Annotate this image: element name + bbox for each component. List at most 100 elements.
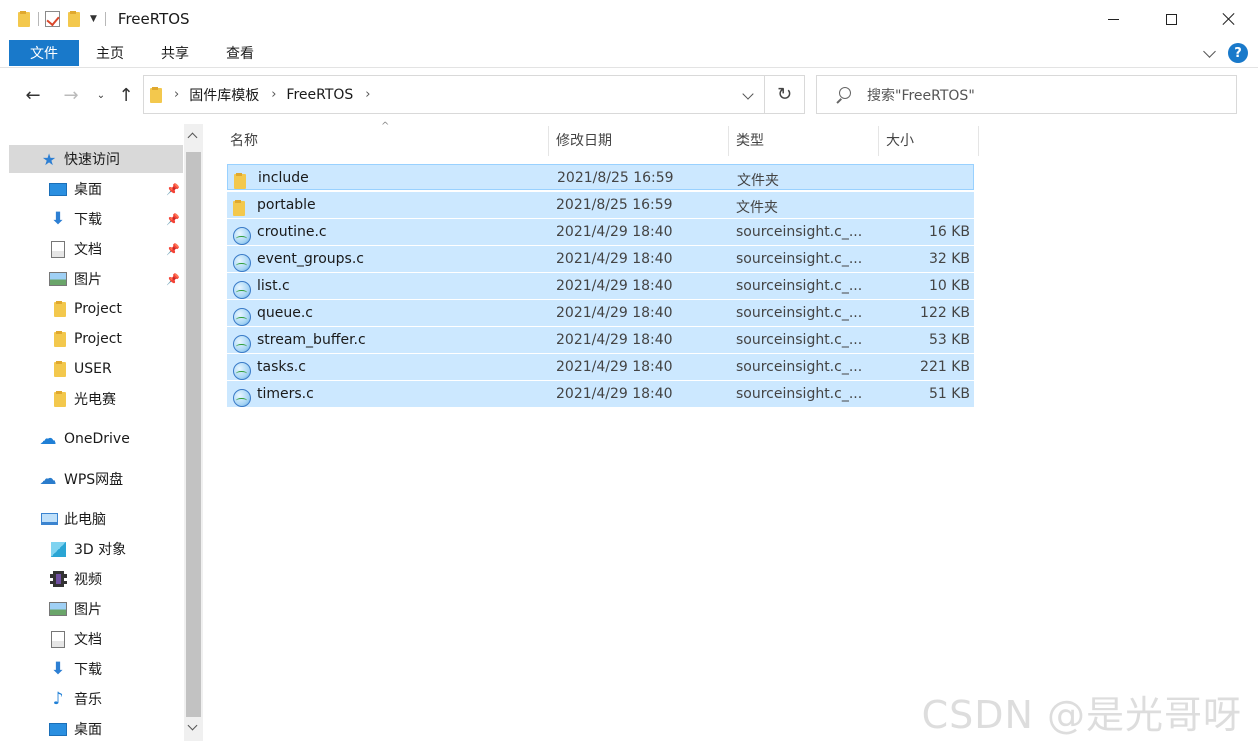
nav-item-3d-objects[interactable]: 3D 对象 [9,535,183,563]
breadcrumb-item[interactable]: FreeRTOS [286,87,353,103]
recent-locations-button[interactable]: ⌄ [94,82,108,108]
folder-icon[interactable] [18,11,30,27]
nav-item-pictures[interactable]: 图片 📌 [9,265,183,293]
refresh-button[interactable]: ↻ [765,75,805,114]
sort-ascending-icon: ^ [381,121,390,132]
table-row[interactable]: portable 2021/8/25 16:59 文件夹 [227,192,974,218]
nav-item-user[interactable]: USER [9,355,183,383]
table-row[interactable]: croutine.c 2021/4/29 18:40 sourceinsight… [227,219,974,245]
nav-item-wps-drive[interactable]: ☁ WPS网盘 [9,465,183,493]
address-bar[interactable]: › 固件库模板 › FreeRTOS › [143,75,765,114]
scroll-down-icon[interactable] [187,720,198,731]
properties-icon[interactable] [45,11,60,27]
nav-item-label: OneDrive [64,431,130,447]
nav-item-label: Project [74,301,122,317]
nav-item-downloads[interactable]: ⬇ 下载 📌 [9,205,183,233]
folder-icon [51,360,69,378]
nav-item-quick-access[interactable]: ★ 快速访问 [9,145,183,173]
desktop-icon [49,720,67,738]
nav-item-label: 下载 [74,662,102,678]
nav-item-documents[interactable]: 文档 📌 [9,235,183,263]
nav-pane-scrollbar[interactable] [184,124,203,741]
column-divider[interactable] [978,126,979,156]
address-dropdown-icon[interactable] [742,88,754,100]
table-row[interactable]: list.c 2021/4/29 18:40 sourceinsight.c_.… [227,273,974,299]
watermark: CSDN @是光哥呀 [921,693,1242,737]
nav-item-label: 光电赛 [74,392,116,408]
pin-icon[interactable]: 📌 [166,273,180,286]
nav-item-desktop[interactable]: 桌面 📌 [9,175,183,203]
search-box[interactable]: 搜索"FreeRTOS" [816,75,1237,114]
nav-item-desktop[interactable]: 桌面 [9,715,183,743]
table-row[interactable]: tasks.c 2021/4/29 18:40 sourceinsight.c_… [227,354,974,380]
pin-icon[interactable]: 📌 [166,183,180,196]
navigation-bar: ← → ⌄ ↑ › 固件库模板 › FreeRTOS › ↻ 搜索"FreeRT… [0,69,1258,121]
tab-home[interactable]: 主页 [96,40,124,66]
minimize-button[interactable] [1084,0,1142,38]
nav-item-project[interactable]: Project [9,295,183,323]
search-input[interactable]: 搜索"FreeRTOS" [867,85,975,105]
column-divider[interactable] [728,126,729,156]
cube-icon [49,540,67,558]
nav-item-documents[interactable]: 文档 [9,625,183,653]
source-file-icon [233,276,251,299]
source-file-icon [233,249,251,272]
pin-icon[interactable]: 📌 [166,243,180,256]
chevron-right-icon[interactable]: › [271,87,276,102]
file-type: sourceinsight.c_... [736,305,863,321]
nav-item-project[interactable]: Project [9,325,183,353]
nav-item-downloads[interactable]: ⬇ 下载 [9,655,183,683]
table-row[interactable]: stream_buffer.c 2021/4/29 18:40 sourcein… [227,327,974,353]
table-row[interactable]: event_groups.c 2021/4/29 18:40 sourceins… [227,246,974,272]
close-button[interactable] [1200,0,1258,38]
file-type: sourceinsight.c_... [736,251,863,267]
column-divider[interactable] [548,126,549,156]
back-button[interactable]: ← [22,82,44,108]
column-header-type[interactable]: 类型 [736,124,764,156]
scrollbar-thumb[interactable] [186,152,201,717]
new-folder-icon[interactable] [68,11,80,27]
tab-view[interactable]: 查看 [226,40,254,66]
nav-item-label: 图片 [74,272,102,288]
chevron-down-icon: ⌄ [96,89,106,101]
file-type: sourceinsight.c_... [736,332,863,348]
file-name: stream_buffer.c [257,332,366,348]
nav-item-pictures[interactable]: 图片 [9,595,183,623]
chevron-right-icon[interactable]: › [365,87,370,102]
file-date: 2021/4/29 18:40 [556,224,673,240]
cloud-icon: ☁ [39,429,57,449]
nav-item-this-pc[interactable]: 此电脑 [9,505,183,533]
scroll-up-icon[interactable] [187,132,198,143]
nav-item-onedrive[interactable]: ☁ OneDrive [9,425,183,453]
download-icon: ⬇ [50,209,66,229]
maximize-button[interactable] [1142,0,1200,38]
chevron-right-icon[interactable]: › [174,87,179,102]
table-row[interactable]: queue.c 2021/4/29 18:40 sourceinsight.c_… [227,300,974,326]
help-icon[interactable]: ? [1228,43,1248,63]
column-header-name[interactable]: 名称 [230,124,258,156]
expand-ribbon-icon[interactable] [1203,45,1216,58]
folder-icon [234,168,252,189]
tab-file[interactable]: 文件 [9,40,79,66]
quick-access-toolbar: ▼ [18,0,112,38]
video-icon [49,570,67,588]
column-header-size[interactable]: 大小 [886,124,914,156]
tab-share[interactable]: 共享 [161,40,189,66]
nav-item-photoelectric[interactable]: 光电赛 [9,385,183,413]
table-row[interactable]: timers.c 2021/4/29 18:40 sourceinsight.c… [227,381,974,407]
forward-button[interactable]: → [60,82,82,108]
up-button[interactable]: ↑ [116,82,136,108]
table-row[interactable]: include 2021/8/25 16:59 文件夹 [227,164,974,190]
column-header-date[interactable]: 修改日期 [556,124,612,156]
toolbar-divider [38,12,39,26]
folder-icon [51,330,69,348]
column-divider[interactable] [878,126,879,156]
nav-item-videos[interactable]: 视频 [9,565,183,593]
file-size: 53 KB [928,332,970,348]
nav-item-label: 音乐 [74,692,102,708]
pin-icon[interactable]: 📌 [166,213,180,226]
breadcrumb-item[interactable]: 固件库模板 [189,85,259,105]
customize-toolbar-icon[interactable]: ▼ [90,14,97,24]
file-date: 2021/4/29 18:40 [556,278,673,294]
nav-item-music[interactable]: ♪ 音乐 [9,685,183,713]
